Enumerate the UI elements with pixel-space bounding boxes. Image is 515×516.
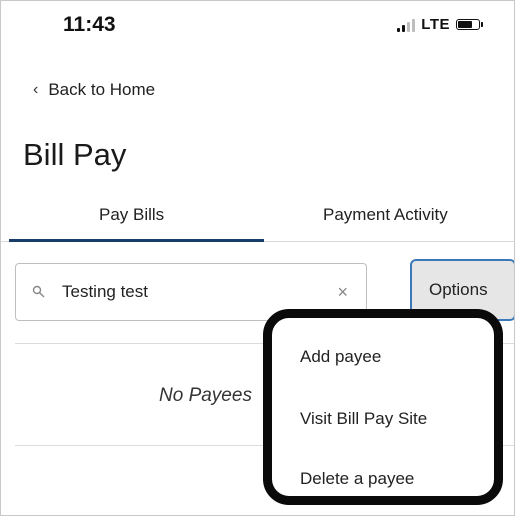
phone-screen: 11:43 LTE ‹ Back to Home Bill Pay Pay Bi… [0,0,515,516]
menu-item-add-payee[interactable]: Add payee [300,347,381,367]
active-tab-indicator [9,239,264,242]
status-time: 11:43 [63,13,116,36]
menu-item-delete-payee[interactable]: Delete a payee [300,469,414,489]
chevron-left-icon: ‹ [33,81,39,98]
status-indicators: LTE [397,16,483,33]
search-icon [32,285,45,298]
back-label: Back to Home [48,80,156,99]
tab-bar: Pay Bills Payment Activity [1,195,514,242]
battery-icon [456,19,483,30]
signal-icon [397,18,416,32]
empty-state-text: No Payees [159,385,252,406]
search-input[interactable] [60,281,304,303]
page-title: Bill Pay [23,137,127,172]
back-to-home-link[interactable]: ‹ Back to Home [33,80,155,100]
options-dropdown-menu: Add payee Visit Bill Pay Site Delete a p… [263,309,503,505]
menu-item-visit-bill-pay-site[interactable]: Visit Bill Pay Site [300,409,427,429]
tab-payment-activity[interactable]: Payment Activity [323,205,448,225]
clear-search-icon[interactable]: × [337,282,348,303]
network-label: LTE [421,16,450,33]
tab-pay-bills[interactable]: Pay Bills [99,205,164,225]
